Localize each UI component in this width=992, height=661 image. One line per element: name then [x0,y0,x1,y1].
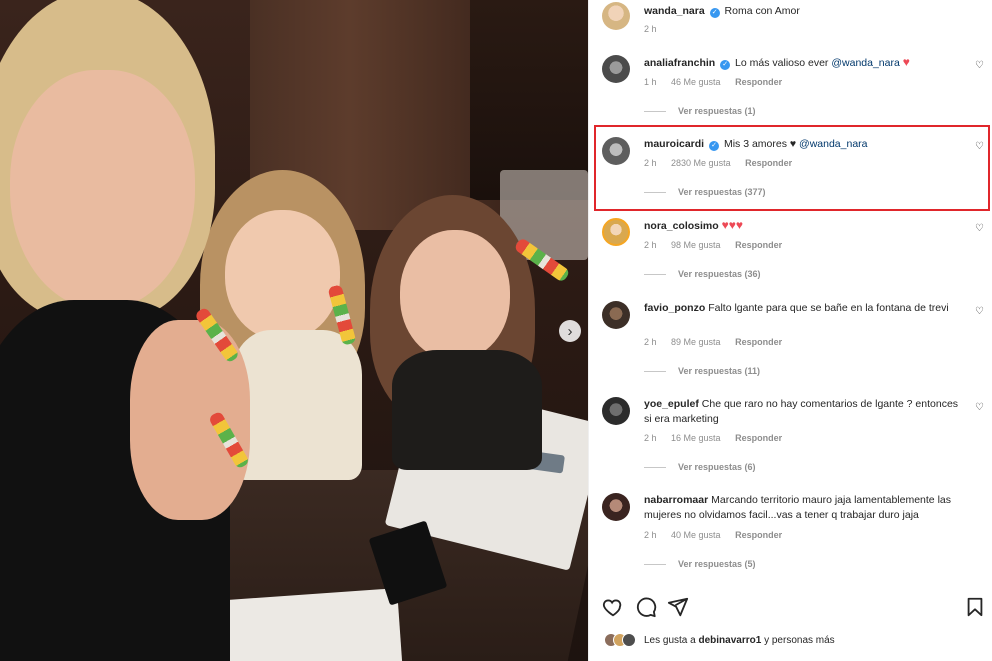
comment-likes[interactable]: 16 Me gusta [671,433,721,443]
girl-right-body [392,350,542,470]
divider [644,371,666,373]
comment-likes[interactable]: 40 Me gusta [671,530,721,540]
likes-summary[interactable]: Les gusta a debinavarro1 y personas más [604,633,835,647]
comment-likes[interactable]: 46 Me gusta [671,77,721,87]
comment-text: Lo más valioso ever [735,57,829,69]
heart-outline-icon [602,599,622,617]
post-action-bar [589,596,992,624]
paper-plane-icon [667,597,689,617]
avatar[interactable] [602,493,630,521]
comment-username[interactable]: analiafranchin [644,57,715,69]
avatar[interactable] [602,218,630,246]
comment-heart-emoji: ♥ [902,55,910,69]
avatar[interactable] [602,301,630,329]
comment-bubble-icon [636,597,657,618]
comment-like-button[interactable]: ♡ [975,306,984,317]
comment-like-button[interactable]: ♡ [975,402,984,413]
view-replies-label: Ver respuestas (36) [678,269,761,279]
reply-button[interactable]: Responder [735,530,782,540]
comment-like-button[interactable]: ♡ [975,223,984,234]
likes-prefix: Les gusta a [644,634,696,646]
avatar [622,633,636,647]
view-replies-button[interactable]: Ver respuestas (5) [644,559,756,569]
comment-time: 2 h [644,433,657,443]
divider [644,274,666,276]
like-button[interactable] [602,596,624,624]
post-time: 2 h [644,24,657,34]
post-photo: › [0,0,588,661]
comment-username[interactable]: nabarromaar [644,494,708,506]
comment-time: 2 h [644,530,657,540]
post-author[interactable]: wanda_nara [644,5,705,17]
view-replies-label: Ver respuestas (1) [678,106,756,116]
comment-text: ♥♥♥ [721,218,743,232]
divider [644,467,666,469]
comment-text: Falto lgante para que se bañe en la font… [708,302,949,314]
view-replies-button[interactable]: Ver respuestas (36) [644,269,761,279]
divider [644,111,666,113]
view-replies-label: Ver respuestas (5) [678,559,756,569]
comment-likes[interactable]: 98 Me gusta [671,240,721,250]
reply-button[interactable]: Responder [735,77,782,87]
heart-outline-icon: ♡ [975,60,984,71]
woman-face [10,70,195,310]
comment-time: 2 h [644,240,657,250]
next-photo-button[interactable]: › [559,320,581,342]
view-replies-label: Ver respuestas (11) [678,366,761,376]
verified-badge-icon: ✓ [720,60,731,70]
comment-time: 2 h [644,337,657,347]
girl-right-face [400,230,510,360]
bookmark-icon [967,597,983,617]
girl-middle-body [232,330,362,480]
save-button[interactable] [965,596,985,624]
highlight-box [594,125,990,211]
heart-outline-icon: ♡ [975,402,984,413]
divider [644,564,666,566]
view-replies-label: Ver respuestas (6) [678,462,756,472]
reply-button[interactable]: Responder [735,433,782,443]
comments-panel: wanda_nara ✓ Roma con Amor 2 h analiafra… [588,0,992,661]
caption-text: Roma con Amor [724,5,800,17]
reply-button[interactable]: Responder [735,240,782,250]
comment-button[interactable] [635,596,657,624]
share-button[interactable] [667,596,689,624]
avatar[interactable] [602,2,630,30]
comment-username[interactable]: favio_ponzo [644,302,705,314]
avatar[interactable] [602,397,630,425]
chevron-right-icon: › [567,322,573,340]
comment-like-button[interactable]: ♡ [975,60,984,71]
comment-mention[interactable]: @wanda_nara [831,57,899,69]
comment-time: 1 h [644,77,657,87]
reply-button[interactable]: Responder [735,337,782,347]
avatar[interactable] [602,55,630,83]
comment-likes[interactable]: 89 Me gusta [671,337,721,347]
view-replies-button[interactable]: Ver respuestas (11) [644,366,760,376]
heart-outline-icon: ♡ [975,223,984,234]
comment-username[interactable]: nora_colosimo [644,220,719,232]
view-replies-button[interactable]: Ver respuestas (6) [644,462,756,472]
likes-user[interactable]: debinavarro1 [699,635,762,646]
girl-middle-face [225,210,340,340]
verified-badge-icon: ✓ [709,8,720,18]
heart-outline-icon: ♡ [975,306,984,317]
view-replies-button[interactable]: Ver respuestas (1) [644,106,756,116]
likes-suffix[interactable]: y personas más [764,635,835,646]
comment-username[interactable]: yoe_epulef [644,398,699,410]
